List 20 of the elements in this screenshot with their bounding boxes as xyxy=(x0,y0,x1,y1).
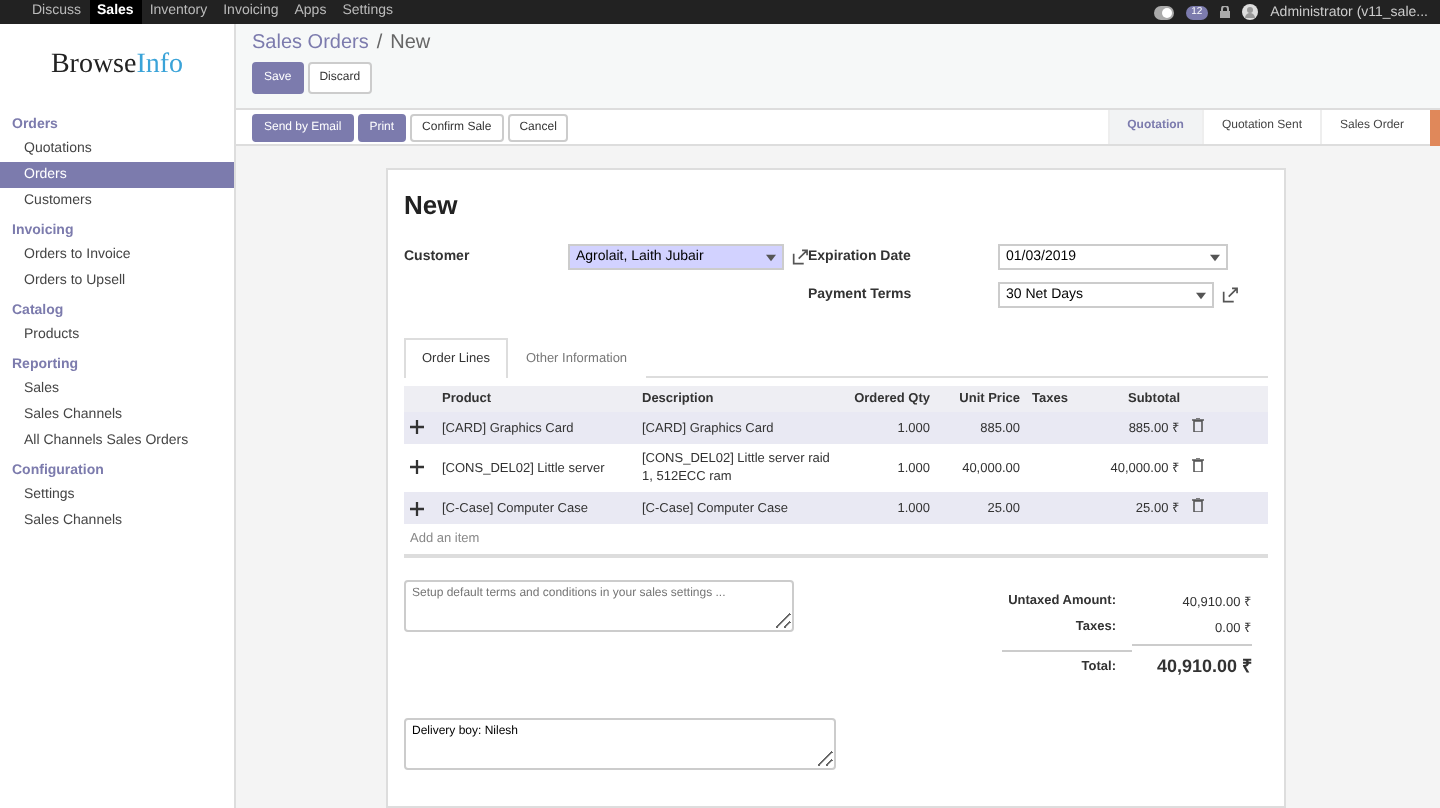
breadcrumb-separator: / xyxy=(376,32,383,54)
external-link-icon[interactable] xyxy=(791,248,808,266)
caret-icon xyxy=(1195,291,1206,299)
toggle-icon[interactable] xyxy=(1153,5,1174,19)
form-title: New xyxy=(404,190,460,220)
external-link-icon[interactable] xyxy=(1221,286,1238,304)
trash-icon[interactable] xyxy=(1192,458,1204,473)
trash-icon[interactable] xyxy=(1192,418,1204,432)
logo: BrowseInfo xyxy=(48,48,186,84)
drag-handle-icon[interactable] xyxy=(410,420,424,435)
trash-icon[interactable] xyxy=(1192,498,1204,513)
caret-icon xyxy=(1210,253,1220,261)
breadcrumb-link[interactable]: Sales Orders xyxy=(252,32,369,54)
caret-icon xyxy=(765,253,776,261)
lock-icon[interactable] xyxy=(1220,6,1231,18)
drag-handle-icon[interactable] xyxy=(410,501,424,516)
drag-handle-icon[interactable] xyxy=(410,460,424,475)
breadcrumb-current: New xyxy=(390,32,431,54)
avatar-icon[interactable] xyxy=(1242,4,1259,20)
total-value: 40,910.00 ₹ xyxy=(1132,644,1252,679)
